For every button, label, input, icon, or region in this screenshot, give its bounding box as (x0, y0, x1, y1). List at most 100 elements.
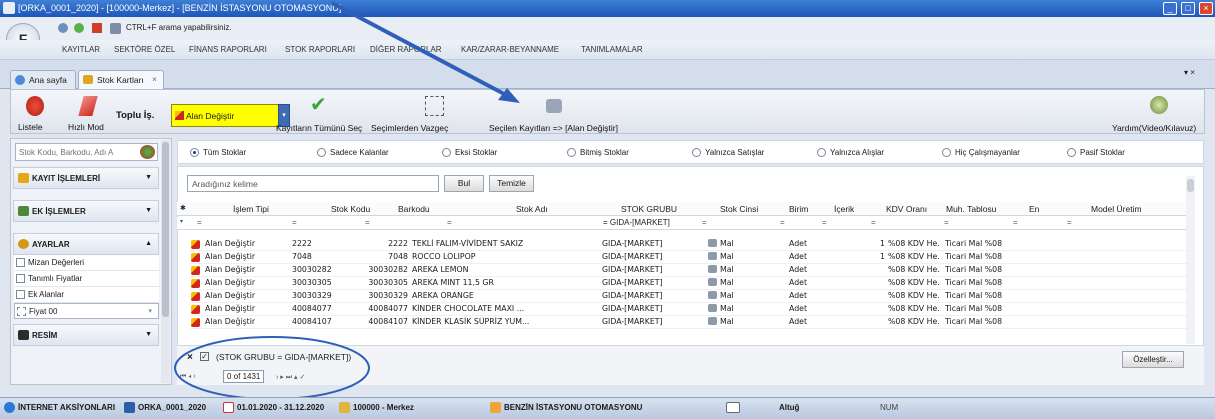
cell-icerik: 1 (830, 239, 885, 248)
keyboard-icon (726, 402, 740, 413)
status-module[interactable]: BENZİN İSTASYONU OTOMASYONU (504, 403, 642, 412)
table-row[interactable]: Alan Değiştir 40084077 40084077 KİNDER CHOC… (190, 303, 1190, 316)
cell-stok-cinsi: Mal (708, 304, 770, 313)
cell-text: Adet (789, 291, 807, 300)
cell-islem-tipi: Alan Değiştir (205, 252, 290, 261)
cell-islem-tipi: Alan Değiştir (205, 291, 290, 300)
annotation-ellipse (174, 336, 370, 400)
status-branch[interactable]: 100000 - Merkez (353, 403, 414, 412)
cell-muh-tablosu: Ticari Mal %08 (945, 304, 1018, 313)
change-field-icon (191, 318, 200, 327)
status-aksiyon[interactable]: İNTERNET AKSİYONLARI (18, 403, 115, 412)
cell-islem-tipi: Alan Değiştir (205, 304, 290, 313)
cell-stok-grubu: GIDA-[MARKET] (602, 278, 688, 287)
cell-text: Alan Değiştir (205, 239, 256, 248)
cell-text: KİNDER KLASİK SÜPRİZ YUM... (412, 317, 530, 326)
cell-stok-kodu: 30030329 (292, 291, 352, 300)
cell-text: %08 KDV He... (888, 278, 940, 287)
cell-text: TEKLİ FALIM-VİVİDENT SAKIZ (412, 239, 524, 248)
module-icon (490, 402, 501, 413)
cell-text: 40084107 (368, 317, 408, 326)
goods-icon (708, 278, 717, 286)
status-bar: İNTERNET AKSİYONLARI ORKA_0001_2020 01.0… (0, 397, 1215, 419)
cell-islem-tipi: Alan Değiştir (205, 278, 290, 287)
cell-text: GIDA-[MARKET] (602, 317, 663, 326)
calendar-icon (223, 402, 234, 413)
cell-muh-tablosu: Ticari Mal %08 (945, 265, 1018, 274)
status-user: Altuğ (779, 403, 800, 412)
cell-text: Adet (789, 239, 807, 248)
cell-stok-cinsi: Mal (708, 278, 770, 287)
goods-icon (708, 252, 717, 260)
table-row[interactable]: Alan Değiştir 40084107 40084107 KİNDER KLAS… (190, 316, 1190, 329)
cell-text: Alan Değiştir (205, 304, 256, 313)
cell-text: 2222 (292, 239, 312, 248)
cell-text: %08 KDV He... (888, 252, 940, 261)
cell-stok-adi: KİNDER CHOCOLATE MAXI ... (412, 304, 595, 313)
cell-text: Mal (720, 252, 734, 261)
cell-text: Ticari Mal %08 (945, 304, 1003, 313)
cell-muh-tablosu: Ticari Mal %08 (945, 239, 1018, 248)
cell-kdv-orani: %08 KDV He... (888, 278, 940, 287)
cell-text: Ticari Mal %08 (945, 317, 1003, 326)
cell-stok-kodu: 40084077 (292, 304, 352, 313)
cell-text: Adet (789, 265, 807, 274)
status-company[interactable]: ORKA_0001_2020 (138, 403, 206, 412)
cell-kdv-orani: %08 KDV He... (888, 265, 940, 274)
cell-text: Adet (789, 317, 807, 326)
goods-icon (708, 265, 717, 273)
cell-kdv-orani: %08 KDV He... (888, 239, 940, 248)
cell-birim: Adet (789, 252, 822, 261)
table-row[interactable]: Alan Değiştir 30030282 30030282 AREKA LEMON… (190, 264, 1190, 277)
cell-kdv-orani: %08 KDV He... (888, 291, 940, 300)
cell-barkodu: 40084077 (362, 304, 408, 313)
goods-icon (708, 239, 717, 247)
company-icon (124, 402, 135, 413)
cell-text: GIDA-[MARKET] (602, 252, 663, 261)
cell-text: Alan Değiştir (205, 265, 256, 274)
table-row[interactable]: Alan Değiştir 2222 2222 TEKLİ FALIM-VİVİDEN… (190, 238, 1190, 251)
cell-text: Mal (720, 304, 734, 313)
annotation-overlay (174, 1, 520, 400)
cell-text: Mal (720, 317, 734, 326)
change-field-icon (191, 253, 200, 262)
cell-text: Ticari Mal %08 (945, 265, 1003, 274)
cell-stok-adi: ROCCO LOLIPOP (412, 252, 595, 261)
cell-stok-kodu: 2222 (292, 239, 352, 248)
table-row[interactable]: Alan Değiştir 30030329 30030329 AREKA ORANG… (190, 290, 1190, 303)
cell-text: %08 KDV He... (888, 239, 940, 248)
cell-stok-adi: TEKLİ FALIM-VİVİDENT SAKIZ (412, 239, 595, 248)
cell-muh-tablosu: Ticari Mal %08 (945, 317, 1018, 326)
cell-text: 1 (880, 252, 885, 261)
cell-barkodu: 30030329 (362, 291, 408, 300)
cell-text: %08 KDV He... (888, 317, 940, 326)
cell-text: KİNDER CHOCOLATE MAXI ... (412, 304, 525, 313)
cell-text: Adet (789, 278, 807, 287)
table-row[interactable]: Alan Değiştir 7048 7048 ROCCO LOLIPOP GIDA-[… (190, 251, 1190, 264)
cell-text: GIDA-[MARKET] (602, 304, 663, 313)
cell-muh-tablosu: Ticari Mal %08 (945, 278, 1018, 287)
cell-text: 30030329 (292, 291, 332, 300)
status-period[interactable]: 01.01.2020 - 31.12.2020 (237, 403, 324, 412)
cell-text: Alan Değiştir (205, 252, 256, 261)
cell-barkodu: 2222 (362, 239, 408, 248)
branch-icon (339, 402, 350, 413)
cell-text: Mal (720, 239, 734, 248)
cell-stok-kodu: 7048 (292, 252, 352, 261)
change-field-icon (191, 279, 200, 288)
cell-kdv-orani: %08 KDV He... (888, 252, 940, 261)
change-field-icon (191, 305, 200, 314)
goods-icon (708, 291, 717, 299)
change-field-icon (191, 266, 200, 275)
cell-stok-grubu: GIDA-[MARKET] (602, 291, 688, 300)
cell-text: Mal (720, 291, 734, 300)
cell-text: 7048 (292, 252, 312, 261)
cell-text: 1 (880, 239, 885, 248)
cell-text: Alan Değiştir (205, 291, 256, 300)
cell-stok-adi: AREKA LEMON (412, 265, 595, 274)
cell-text: Mal (720, 265, 734, 274)
cell-text: Adet (789, 252, 807, 261)
cell-text: Ticari Mal %08 (945, 252, 1003, 261)
cell-text: %08 KDV He... (888, 291, 940, 300)
table-row[interactable]: Alan Değiştir 30030305 30030305 AREKA MINT … (190, 277, 1190, 290)
